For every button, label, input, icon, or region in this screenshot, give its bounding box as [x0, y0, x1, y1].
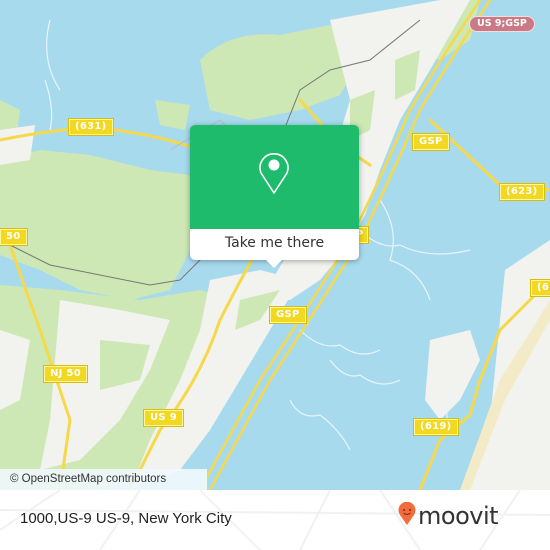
- road-shield-619-east: (61: [529, 279, 550, 297]
- road-shield-623: (623): [499, 183, 545, 201]
- map-attribution[interactable]: © OpenStreetMap contributors: [0, 469, 207, 490]
- popup-header: [190, 125, 359, 229]
- road-shield-us9: US 9: [143, 409, 184, 427]
- road-shield-631: (631): [68, 118, 114, 136]
- footer-bar: 1000,US-9 US-9, New York City moovit: [0, 490, 550, 550]
- road-shield-nj50-west: 50: [0, 228, 28, 246]
- address-text: 1000,US-9 US-9, New York City: [20, 510, 232, 527]
- road-shield-us9-gsp: US 9;GSP: [469, 16, 535, 32]
- road-shield-gsp-center: GSP: [269, 306, 307, 324]
- moovit-logo[interactable]: moovit: [398, 501, 499, 530]
- popup-pointer: [266, 260, 282, 268]
- road-shield-619: (619): [413, 418, 459, 436]
- moovit-pin-icon: [398, 501, 416, 530]
- take-me-there-button[interactable]: Take me there: [190, 229, 359, 260]
- location-popup: Take me there: [190, 125, 359, 268]
- map-view[interactable]: US 9;GSP (631) GSP (623) 50 (61 GSP NJ 5…: [0, 0, 550, 490]
- moovit-wordmark: moovit: [418, 502, 499, 530]
- road-shield-nj50: NJ 50: [43, 365, 88, 383]
- road-shield-gsp-north: GSP: [412, 133, 450, 151]
